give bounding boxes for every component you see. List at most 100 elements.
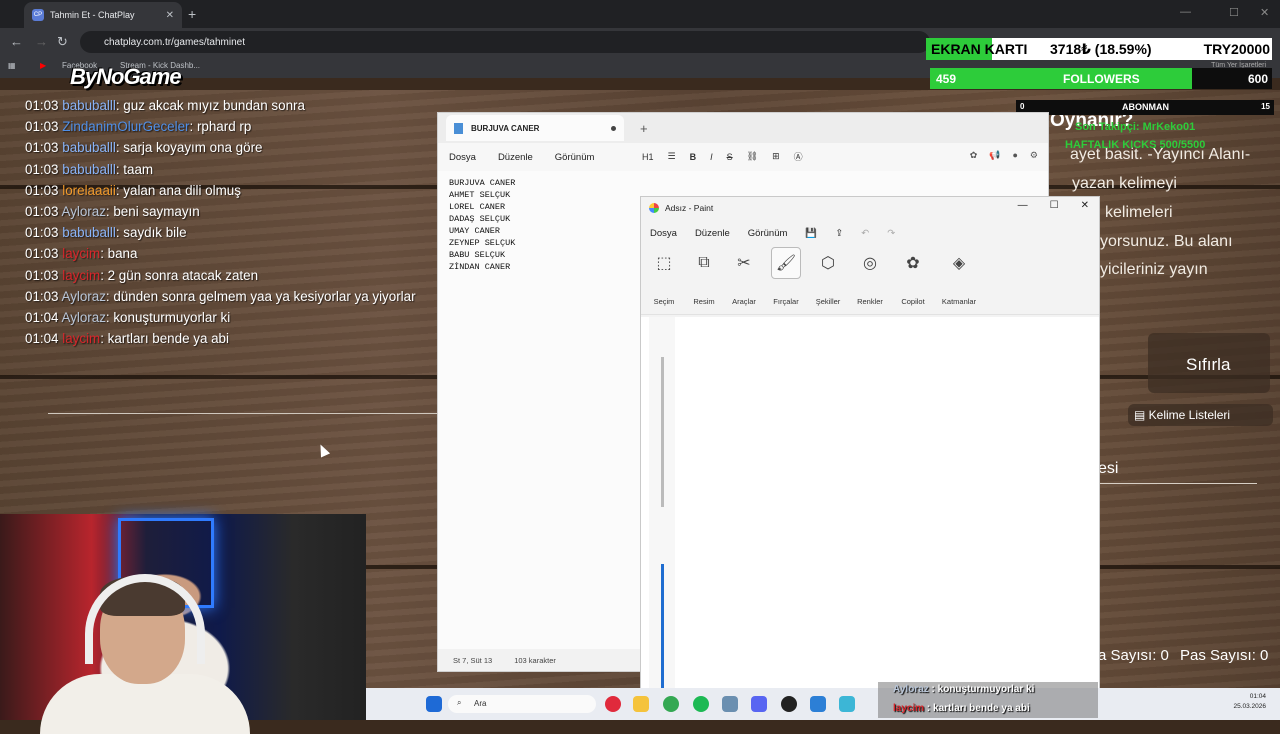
italic-icon[interactable]: I — [710, 152, 713, 162]
heading-dropdown[interactable]: H1 — [642, 152, 654, 162]
spotify-icon[interactable] — [693, 696, 709, 712]
forward-icon[interactable]: → — [35, 34, 48, 49]
start-icon[interactable] — [426, 696, 442, 712]
paint-menu-file[interactable]: Dosya — [641, 228, 686, 239]
close-icon[interactable]: ✕ — [1081, 200, 1089, 211]
chat-username[interactable]: babuballl — [62, 162, 116, 177]
paint-tool-brush[interactable]: 🖌 Fırçalar — [763, 247, 809, 306]
goal-progress: 3718₺ (18.59%) — [1050, 41, 1152, 57]
paint-menu-view[interactable]: Görünüm — [739, 228, 797, 239]
unsaved-dot-icon[interactable] — [611, 125, 616, 131]
settings-gear-icon[interactable]: ⚙ — [1030, 150, 1038, 161]
table-icon[interactable]: ⊞ — [772, 151, 780, 162]
chat-text: : rphard rp — [189, 119, 252, 135]
chat-text: : saydık bile — [115, 225, 187, 241]
chat-message: 01:03 Ayloraz: dünden sonra gelmem yaa y… — [25, 289, 445, 310]
obs-icon[interactable] — [781, 696, 797, 712]
paint-app-icon — [649, 203, 659, 213]
chat-username[interactable]: babuballl — [62, 225, 116, 240]
followers-bar-fill — [930, 68, 1192, 89]
notepad-right-tools: ✿ 📢 ● ⚙ — [970, 150, 1038, 161]
system-clock[interactable]: 01:04 25.03.2026 — [1233, 692, 1266, 712]
close-window-icon[interactable]: ✕ — [1260, 6, 1269, 19]
chat-username[interactable]: Ayloraz — [62, 289, 106, 304]
chat-divider — [48, 413, 440, 414]
paint-tool-label: Şekiller — [815, 297, 841, 306]
taskbar-search[interactable]: ⌕ Ara — [448, 695, 596, 713]
subscriber-goal: 15 — [1261, 102, 1270, 111]
copilot-icon[interactable]: ✿ — [970, 150, 978, 161]
shapes-icon: ⬡ — [821, 255, 835, 272]
minimize-icon[interactable]: — — [1180, 6, 1191, 18]
chrome-icon[interactable] — [663, 696, 679, 712]
redo-icon[interactable]: ↷ — [878, 228, 904, 239]
tab-close-icon[interactable]: ✕ — [166, 10, 174, 21]
notification-user: Ayloraz — [893, 684, 929, 695]
paint-tool-shapes[interactable]: ⬡ Şekiller — [805, 247, 851, 306]
avatar-icon[interactable]: ● — [1012, 150, 1017, 161]
notepad-titlebar: BURJUVA CANER + — [438, 113, 1048, 143]
paint-tool-palette[interactable]: ◎ Renkler — [847, 247, 893, 306]
opacity-slider[interactable] — [661, 564, 664, 694]
tab-title: Tahmin Et - ChatPlay — [50, 10, 135, 20]
megaphone-icon[interactable]: 📢 — [989, 150, 1000, 161]
new-tab-icon[interactable]: + — [188, 6, 196, 22]
link-icon[interactable]: ⛓ — [747, 151, 758, 162]
clear-format-icon[interactable]: Ⓐ — [794, 150, 803, 163]
brush-size-panel — [649, 317, 675, 719]
chat-username[interactable]: Ayloraz — [62, 310, 106, 325]
game-instruction-line: yorsunuz. Bu alanı — [1100, 233, 1233, 250]
maximize-icon[interactable]: ☐ — [1229, 6, 1239, 19]
paint-canvas[interactable] — [641, 317, 1099, 719]
chat-username[interactable]: laycim — [62, 246, 100, 261]
browser-tab[interactable]: CP Tahmin Et - ChatPlay ✕ — [24, 2, 182, 28]
reset-button[interactable]: Sıfırla — [1148, 333, 1270, 393]
media-player-icon[interactable] — [605, 696, 621, 712]
paint-tool-tools[interactable]: ✂ Araçlar — [721, 247, 767, 306]
notepad-tab[interactable]: BURJUVA CANER — [446, 115, 624, 141]
youtube-icon[interactable]: ▶ — [40, 61, 46, 70]
chat-username[interactable]: Ayloraz — [62, 204, 106, 219]
paint-tool-copilot[interactable]: ✿ Copilot — [890, 247, 936, 306]
share-icon[interactable]: ⇪ — [826, 228, 852, 239]
notepad-menu-edit[interactable]: Düzenle — [487, 152, 544, 163]
file-explorer-icon[interactable] — [633, 696, 649, 712]
notepad-new-tab-icon[interactable]: + — [640, 121, 648, 136]
back-icon[interactable]: ← — [10, 34, 23, 49]
notepad-taskbar-icon[interactable] — [810, 696, 826, 712]
chat-time: 01:03 — [25, 161, 59, 177]
paint-taskbar-icon[interactable] — [839, 696, 855, 712]
url-field[interactable]: chatplay.com.tr/games/tahminet — [80, 31, 930, 53]
notepad-menu-view[interactable]: Görünüm — [544, 152, 606, 163]
chat-username[interactable]: babuballl — [62, 140, 116, 155]
discord-icon[interactable] — [751, 696, 767, 712]
apps-grid-icon[interactable]: ▦ — [8, 61, 16, 70]
search-placeholder: Ara — [474, 699, 487, 708]
layers-icon: ◈ — [952, 255, 966, 272]
paint-tool-label: Katmanlar — [941, 297, 977, 306]
undo-icon[interactable]: ↶ — [852, 228, 878, 239]
notepad-menu-file[interactable]: Dosya — [438, 152, 487, 163]
bold-icon[interactable]: B — [690, 152, 697, 162]
size-slider[interactable] — [661, 357, 664, 507]
notepad-menubar: Dosya Düzenle Görünüm H1 ☰ B I S ⛓ ⊞ Ⓐ ✿… — [438, 143, 1048, 171]
paint-menu-edit[interactable]: Düzenle — [686, 228, 739, 239]
chat-panel: 01:03 babuballl: guz akcak mıyız bundan … — [25, 98, 445, 352]
chat-message: 01:03 ZindanimOlurGeceler: rphard rp — [25, 119, 445, 140]
paint-tool-layers[interactable]: ◈ Katmanlar — [936, 247, 982, 306]
chat-username[interactable]: babuballl — [62, 98, 116, 113]
list-icon[interactable]: ☰ — [668, 151, 676, 162]
chat-username[interactable]: laycim — [62, 331, 100, 346]
maximize-icon[interactable]: ☐ — [1050, 200, 1059, 211]
chat-username[interactable]: laycim — [62, 268, 100, 283]
app-icon[interactable] — [722, 696, 738, 712]
chat-time: 01:03 — [25, 288, 59, 304]
minimize-icon[interactable]: — — [1018, 200, 1028, 211]
chat-username[interactable]: lorelaaaii — [62, 183, 116, 198]
word-lists-button[interactable]: ▤ Kelime Listeleri — [1128, 404, 1273, 426]
palette-icon: ◎ — [863, 255, 877, 272]
reload-icon[interactable]: ↻ — [57, 34, 68, 50]
strikethrough-icon[interactable]: S — [727, 152, 733, 162]
chat-username[interactable]: ZindanimOlurGeceler — [62, 119, 189, 134]
save-icon[interactable]: 💾 — [796, 228, 826, 239]
